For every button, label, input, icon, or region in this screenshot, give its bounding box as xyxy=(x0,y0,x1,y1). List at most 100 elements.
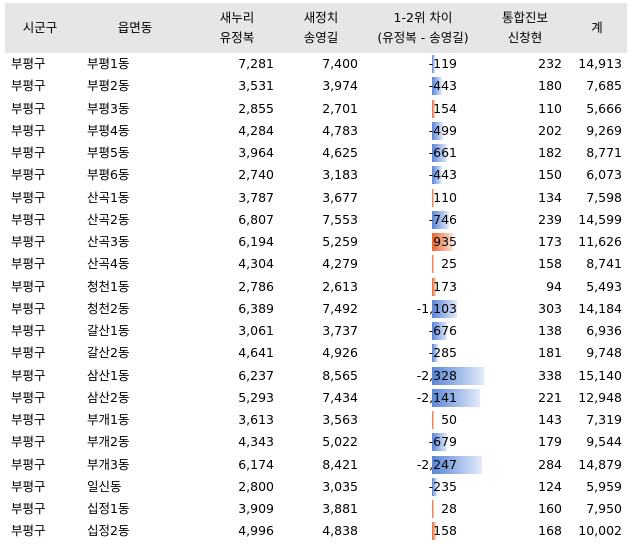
difference-bar xyxy=(432,500,434,518)
cell-total: 9,748 xyxy=(586,345,622,361)
cell-votes-yoo: 7,281 xyxy=(238,56,274,72)
cell-votes-yoo: 6,389 xyxy=(238,300,274,316)
cell-votes-shin: 232 xyxy=(538,56,562,72)
table-row: 부평구 십정1동 3,909 3,881 28 160 7,950 xyxy=(5,498,627,520)
table-row: 부평구 산곡3동 6,194 5,259 935 173 11,626 xyxy=(5,231,627,253)
cell-total: 14,184 xyxy=(578,300,622,316)
table-row: 부평구 부평1동 7,281 7,400 -119 232 14,913 xyxy=(5,53,627,75)
header-district-label: 시군구 xyxy=(22,20,58,35)
cell-district: 부평구 xyxy=(11,523,46,539)
cell-neighborhood: 십정1동 xyxy=(87,501,130,517)
cell-neighborhood: 부개1동 xyxy=(87,412,130,428)
cell-district: 부평구 xyxy=(11,456,46,472)
cell-votes-song: 3,183 xyxy=(322,167,358,183)
difference-value: -499 xyxy=(428,122,457,138)
cell-district: 부평구 xyxy=(11,478,46,494)
cell-votes-song: 2,701 xyxy=(322,100,358,116)
cell-votes-yoo: 6,194 xyxy=(238,234,274,250)
cell-district: 부평구 xyxy=(11,167,46,183)
cell-district: 부평구 xyxy=(11,278,46,294)
difference-value: 25 xyxy=(441,256,457,272)
cell-votes-song: 4,279 xyxy=(322,256,358,272)
cell-difference: 935 xyxy=(363,231,483,253)
header-district: 시군구 xyxy=(5,3,75,53)
cell-difference: 28 xyxy=(363,498,483,520)
table-row: 부평구 갈산1동 3,061 3,737 -676 138 6,936 xyxy=(5,320,627,342)
difference-value: -285 xyxy=(428,345,457,361)
cell-neighborhood: 갈산1동 xyxy=(87,323,130,339)
cell-neighborhood: 갈산2동 xyxy=(87,345,130,361)
table-row: 부평구 삼산2동 5,293 7,434 -2,141 221 12,948 xyxy=(5,387,627,409)
cell-votes-yoo: 4,343 xyxy=(238,434,274,450)
cell-neighborhood: 부평5동 xyxy=(87,145,130,161)
cell-difference: -679 xyxy=(363,431,483,453)
table-row: 부평구 부평4동 4,284 4,783 -499 202 9,269 xyxy=(5,120,627,142)
table-row: 부평구 청천2동 6,389 7,492 -1,103 303 14,184 xyxy=(5,298,627,320)
difference-value: 173 xyxy=(433,278,457,294)
table-row: 부평구 청천1동 2,786 2,613 173 94 5,493 xyxy=(5,276,627,298)
cell-votes-song: 3,974 xyxy=(322,78,358,94)
cell-difference: 25 xyxy=(363,253,483,275)
cell-neighborhood: 십정2동 xyxy=(87,523,130,539)
cell-votes-shin: 150 xyxy=(538,167,562,183)
cell-difference: -661 xyxy=(363,142,483,164)
cell-votes-song: 8,565 xyxy=(322,367,358,383)
table-row: 부평구 부개2동 4,343 5,022 -679 179 9,544 xyxy=(5,431,627,453)
cell-difference: -2,141 xyxy=(363,387,483,409)
cell-votes-song: 3,563 xyxy=(322,412,358,428)
difference-value: 50 xyxy=(441,412,457,427)
cell-district: 부평구 xyxy=(11,100,46,116)
table-row: 부평구 십정2동 4,996 4,838 158 168 10,002 xyxy=(5,520,627,542)
cell-votes-song: 4,926 xyxy=(322,345,358,361)
cell-votes-shin: 168 xyxy=(538,523,562,539)
cell-votes-song: 8,421 xyxy=(322,456,358,472)
cell-neighborhood: 부개3동 xyxy=(87,456,130,472)
cell-difference: -119 xyxy=(363,53,483,75)
cell-district: 부평구 xyxy=(11,412,46,428)
cell-votes-yoo: 3,061 xyxy=(238,323,274,339)
cell-votes-shin: 138 xyxy=(538,323,562,339)
header-party-tonghap: 통합진보 xyxy=(501,10,548,25)
cell-neighborhood: 산곡1동 xyxy=(87,189,130,205)
cell-difference: -499 xyxy=(363,120,483,142)
cell-difference: 154 xyxy=(363,98,483,120)
difference-bar xyxy=(432,411,434,429)
cell-neighborhood: 부평2동 xyxy=(87,78,130,94)
cell-votes-shin: 110 xyxy=(538,100,562,116)
cell-votes-yoo: 3,613 xyxy=(238,412,274,428)
cell-votes-yoo: 2,740 xyxy=(238,167,274,183)
cell-district: 부평구 xyxy=(11,389,46,405)
cell-neighborhood: 산곡2동 xyxy=(87,211,130,227)
cell-votes-song: 2,613 xyxy=(322,278,358,294)
table-header: 시군구 읍면동 새누리 유정복 새정치 송영길 1-2위 차이 (유정복 - 송… xyxy=(5,3,627,53)
header-difference-formula: (유정복 - 송영길) xyxy=(377,30,469,45)
cell-votes-song: 7,400 xyxy=(322,56,358,72)
cell-difference: 158 xyxy=(363,520,483,542)
cell-votes-song: 7,553 xyxy=(322,211,358,227)
cell-total: 5,666 xyxy=(586,100,622,116)
difference-value: -1,103 xyxy=(416,300,457,316)
cell-votes-song: 7,434 xyxy=(322,389,358,405)
cell-district: 부평구 xyxy=(11,78,46,94)
table-row: 부평구 갈산2동 4,641 4,926 -285 181 9,748 xyxy=(5,342,627,364)
cell-votes-song: 5,259 xyxy=(322,234,358,250)
cell-votes-shin: 134 xyxy=(538,189,562,205)
cell-votes-shin: 94 xyxy=(546,278,562,294)
cell-votes-shin: 284 xyxy=(538,456,562,472)
table-row: 부평구 부개3동 6,174 8,421 -2,247 284 14,879 xyxy=(5,454,627,476)
difference-value: -2,141 xyxy=(416,389,457,405)
results-sheet: 시군구 읍면동 새누리 유정복 새정치 송영길 1-2위 차이 (유정복 - 송… xyxy=(5,3,627,543)
cell-neighborhood: 청천2동 xyxy=(87,300,130,316)
difference-value: -679 xyxy=(428,434,457,450)
cell-votes-yoo: 6,807 xyxy=(238,211,274,227)
cell-votes-yoo: 4,641 xyxy=(238,345,274,361)
cell-votes-yoo: 2,800 xyxy=(238,478,274,494)
cell-votes-song: 3,737 xyxy=(322,323,358,339)
cell-votes-shin: 124 xyxy=(538,478,562,494)
cell-total: 7,685 xyxy=(586,78,622,94)
header-candidate-song: 새정치 송영길 xyxy=(279,3,363,53)
difference-value: 28 xyxy=(441,501,457,516)
cell-difference: 110 xyxy=(363,187,483,209)
cell-district: 부평구 xyxy=(11,189,46,205)
cell-votes-shin: 202 xyxy=(538,122,562,138)
